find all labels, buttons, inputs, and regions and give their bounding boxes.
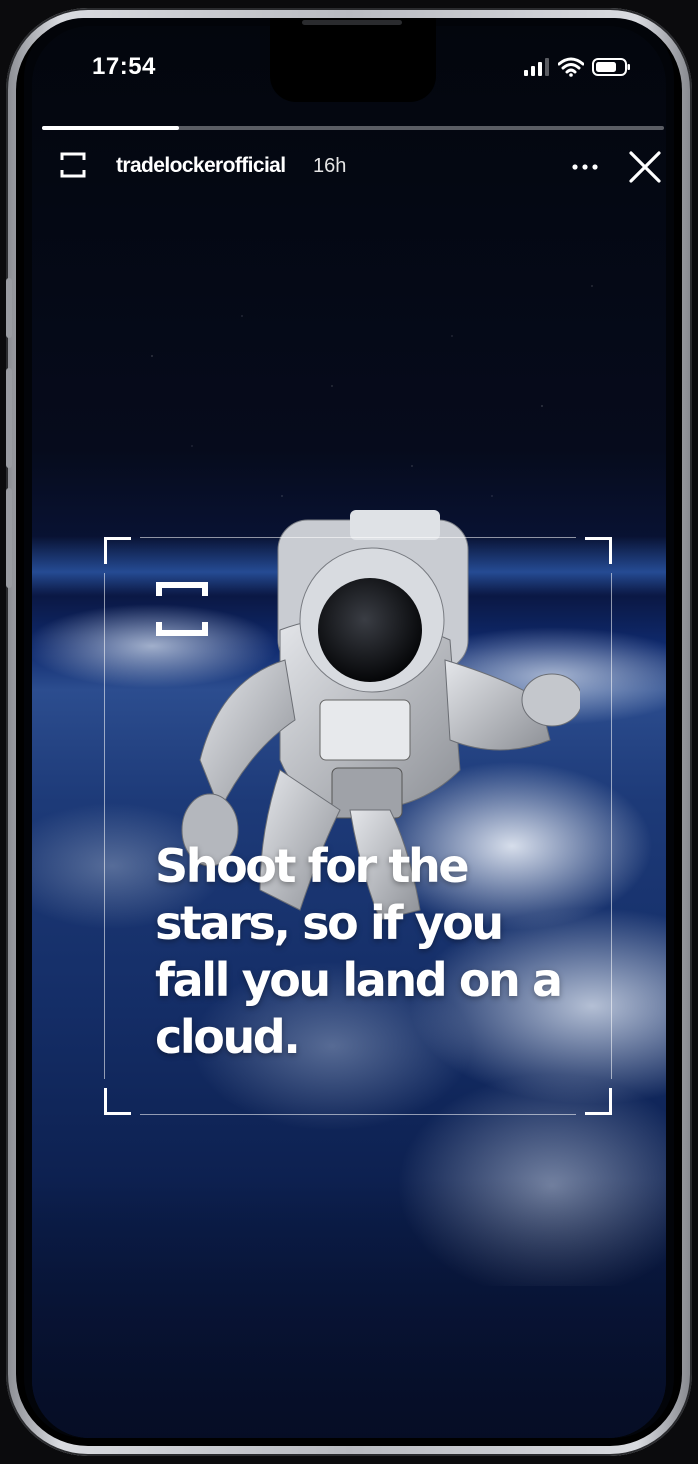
story-username[interactable]: tradelockerofficial [116,154,286,178]
tradelocker-bracket-icon [156,582,208,636]
earpiece-speaker [302,20,402,25]
more-options-icon[interactable] [570,152,600,182]
close-icon[interactable] [626,148,664,186]
battery-icon [592,58,630,76]
dynamic-island [270,18,436,102]
status-time: 17:54 [92,53,156,80]
wifi-icon [558,57,584,77]
tradelocker-logo-icon[interactable] [60,152,86,178]
side-button [6,278,12,338]
bottom-vignette [32,1178,666,1438]
frame-corner [585,1088,612,1115]
side-button [6,488,12,588]
story-progress-fill [42,126,179,130]
story-quote-text: Shoot for the stars, so if you fall you … [155,839,563,1064]
cellular-signal-icon [524,58,549,76]
status-icons [524,57,632,77]
side-button [6,368,12,468]
story-viewport[interactable]: Shoot for the stars, so if you fall you … [32,26,666,1438]
story-header: tradelockerofficial 16h [32,148,666,188]
frame-corner [585,537,612,564]
story-time-ago: 16h [313,155,347,177]
frame-corner [104,537,131,564]
story-progress-bar [42,126,664,130]
frame-corner [104,1088,131,1115]
